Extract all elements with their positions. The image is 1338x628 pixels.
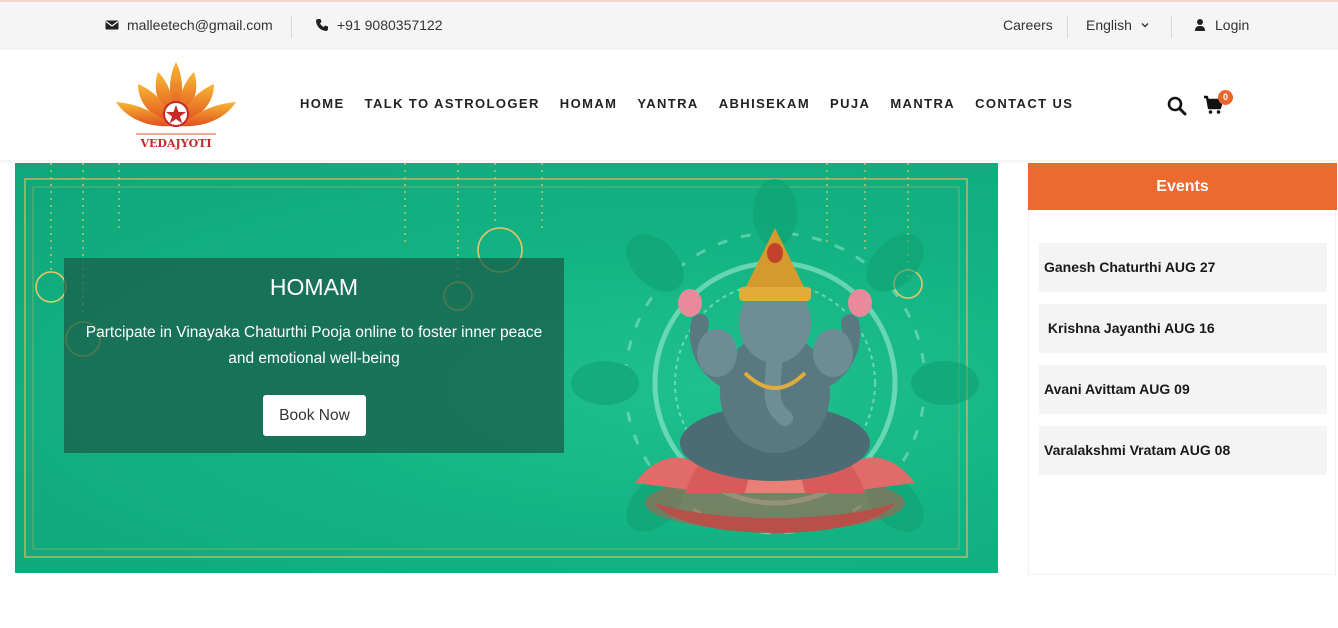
search-icon[interactable] <box>1167 96 1187 116</box>
events-heading: Events <box>1028 163 1337 210</box>
event-item[interactable]: Avani Avittam AUG 09 <box>1039 365 1327 414</box>
nav-contact-us[interactable]: CONTACT US <box>975 96 1073 111</box>
nav-yantra[interactable]: YANTRA <box>637 96 698 111</box>
user-icon <box>1195 19 1205 31</box>
login-link[interactable]: Login <box>1193 17 1249 33</box>
language-select[interactable]: English <box>1086 17 1150 33</box>
top-bar: malleetech@gmail.com +91 9080357122 Care… <box>0 0 1338 50</box>
divider <box>1067 16 1068 38</box>
hero-banner: HOMAM Partcipate in Vinayaka Chaturthi P… <box>15 163 998 573</box>
chevron-down-icon <box>1141 23 1149 28</box>
phone-link[interactable]: +91 9080357122 <box>315 17 443 33</box>
nav-mantra[interactable]: MANTRA <box>890 96 955 111</box>
banner-caption: HOMAM Partcipate in Vinayaka Chaturthi P… <box>64 258 564 453</box>
event-item[interactable]: Ganesh Chaturthi AUG 27 <box>1039 243 1327 292</box>
envelope-icon <box>105 20 119 30</box>
nav-talk-to-astrologer[interactable]: TALK TO ASTROLOGER <box>365 96 540 111</box>
main-nav: HOME TALK TO ASTROLOGER HOMAM YANTRA ABH… <box>300 96 1093 111</box>
event-item[interactable]: Varalakshmi Vratam AUG 08 <box>1039 426 1327 475</box>
banner-description: Partcipate in Vinayaka Chaturthi Pooja o… <box>85 324 543 367</box>
nav-home[interactable]: HOME <box>300 96 345 111</box>
nav-puja[interactable]: PUJA <box>830 96 870 111</box>
careers-text: Careers <box>1003 17 1053 33</box>
nav-abhisekam[interactable]: ABHISEKAM <box>719 96 810 111</box>
phone-text: +91 9080357122 <box>337 17 443 33</box>
divider <box>291 16 292 38</box>
language-text: English <box>1086 17 1132 33</box>
main-header: VEDAJYOTI HOME TALK TO ASTROLOGER HOMAM … <box>0 50 1338 160</box>
email-link[interactable]: malleetech@gmail.com <box>105 17 273 33</box>
phone-icon <box>316 19 328 31</box>
cart-count-badge: 0 <box>1218 90 1233 105</box>
banner-title: HOMAM <box>269 274 359 300</box>
event-item[interactable]: Krishna Jayanthi AUG 16 <box>1039 304 1327 353</box>
login-text: Login <box>1215 17 1250 33</box>
book-now-button[interactable]: Book Now <box>263 395 366 436</box>
nav-homam[interactable]: HOMAM <box>560 96 618 111</box>
divider <box>1171 16 1172 38</box>
events-panel: Events Ganesh Chaturthi AUG 27 Krishna J… <box>1028 163 1337 575</box>
careers-link[interactable]: Careers <box>1003 17 1053 33</box>
vedajyoti-logo[interactable]: VEDAJYOTI <box>108 58 244 154</box>
email-text: malleetech@gmail.com <box>127 17 273 33</box>
logo-text: VEDAJYOTI <box>140 137 212 150</box>
